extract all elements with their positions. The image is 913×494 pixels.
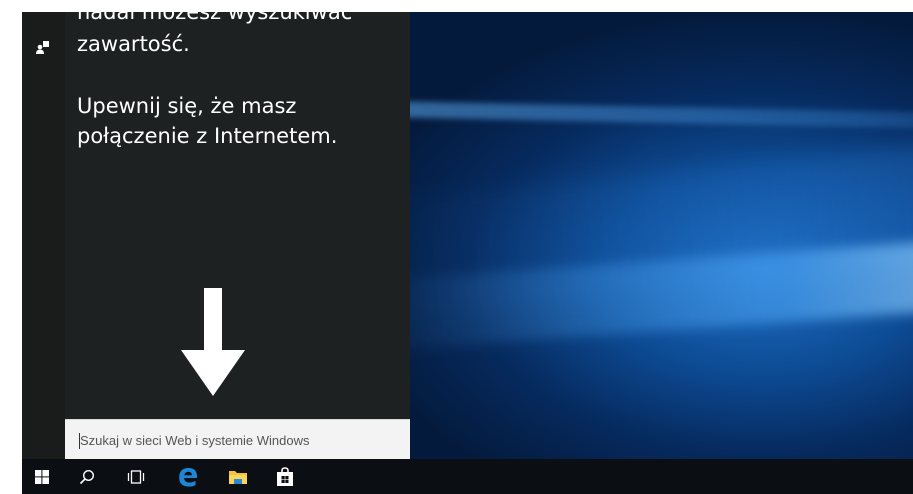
message-line-3: Upewnij się, że masz <box>77 94 297 118</box>
store-icon <box>277 466 293 486</box>
task-view-button[interactable] <box>118 459 154 494</box>
file-explorer-icon <box>229 470 247 484</box>
search-box[interactable] <box>65 419 410 459</box>
edge-icon <box>179 467 198 487</box>
down-arrow-icon <box>181 288 245 396</box>
edge-button[interactable] <box>170 459 206 494</box>
search-button[interactable] <box>69 459 105 494</box>
taskbar <box>22 459 913 494</box>
message-line-1: nadal możesz wyszukiwać <box>77 0 353 24</box>
store-button[interactable] <box>267 459 303 494</box>
search-icon <box>79 469 95 484</box>
cortana-panel: nadal możesz wyszukiwać zawartość. Upewn… <box>65 0 410 459</box>
search-input[interactable] <box>80 429 400 451</box>
feedback-icon[interactable] <box>35 39 51 55</box>
start-button[interactable] <box>24 459 60 494</box>
file-explorer-button[interactable] <box>220 459 256 494</box>
windows-start-icon <box>35 469 49 484</box>
message-line-4: połączenie z Internetem. <box>77 124 338 148</box>
start-menu-rail <box>22 12 65 459</box>
task-view-icon <box>127 469 145 484</box>
message-line-2: zawartość. <box>77 32 190 56</box>
desktop-wallpaper <box>408 12 913 459</box>
